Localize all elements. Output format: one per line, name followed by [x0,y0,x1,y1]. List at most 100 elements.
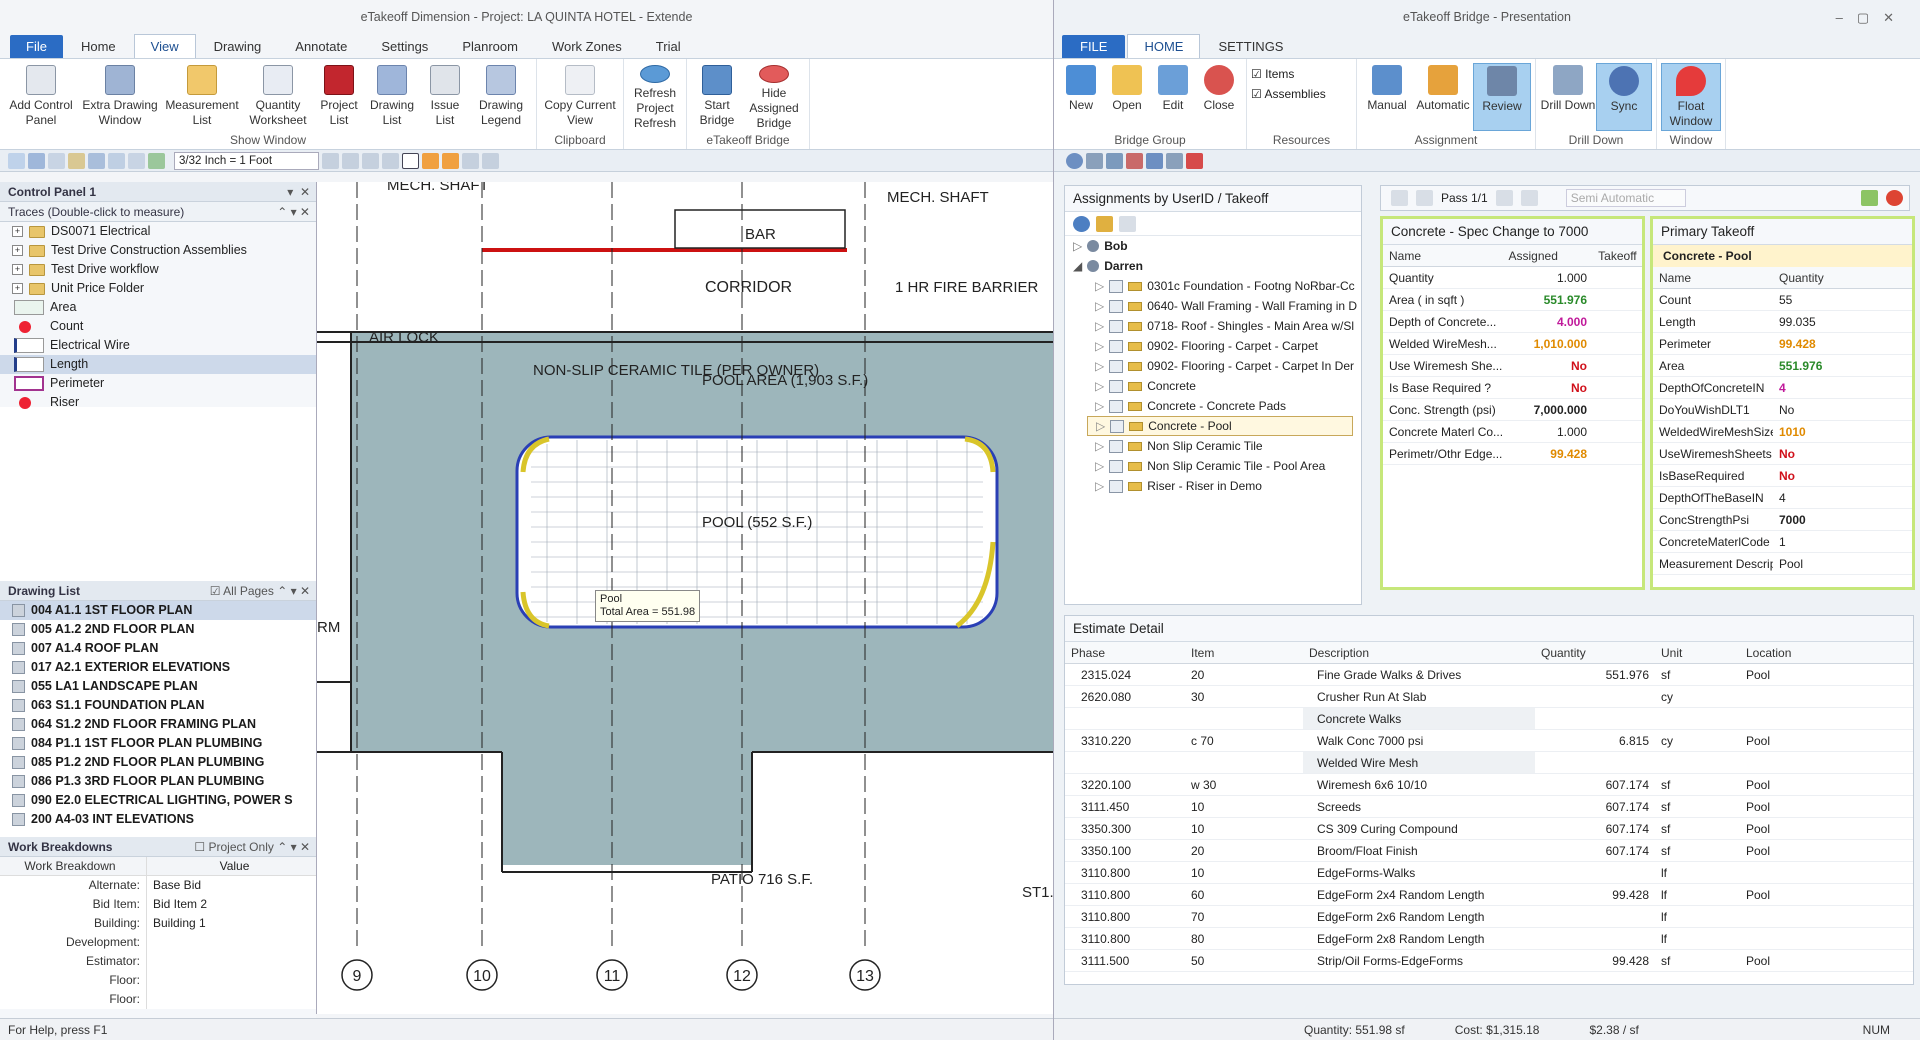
col-header-item[interactable]: Item [1185,642,1303,663]
wb-row[interactable]: Alternate: Base Bid [0,876,316,895]
highlight-tool-icon[interactable] [68,152,85,169]
wb-value[interactable] [146,933,316,952]
spec-value[interactable]: 99.428 [1503,443,1593,464]
float-window-button[interactable]: Float Window [1661,63,1721,131]
pan-tool-icon[interactable] [28,152,45,169]
estimate-row[interactable]: 3110.800 10 EdgeForms-Walks lf [1065,862,1913,884]
spec-row[interactable]: Quantity 1.000 [1383,267,1642,289]
spec-value[interactable]: 7,000.000 [1503,399,1593,420]
delete-icon[interactable] [1126,152,1143,169]
trace-folder[interactable]: + Unit Price Folder [0,279,316,298]
assignment-item[interactable]: ▷ Riser - Riser in Demo [1087,476,1361,496]
close-button[interactable]: Close [1196,63,1242,131]
wb-row[interactable]: Bid Item: Bid Item 2 [0,895,316,914]
tab-annotate[interactable]: Annotate [279,35,363,58]
tab-settings[interactable]: SETTINGS [1202,35,1299,58]
estimate-row[interactable]: 3110.800 60 EdgeForm 2x4 Random Length 99.4… [1065,884,1913,906]
traces-controls-icon[interactable]: ⌃ ▾ ✕ [277,202,310,222]
orange-tool-icon-2[interactable] [442,152,459,169]
tab-settings[interactable]: Settings [365,35,444,58]
table-icon[interactable] [382,152,399,169]
remove-icon[interactable] [1186,152,1203,169]
expand-arrow-icon[interactable]: ▷ [1096,416,1105,436]
primary-row[interactable]: DepthOfTheBaseIN 4 [1653,487,1912,509]
tab-home[interactable]: HOME [1127,34,1201,58]
wb-value[interactable]: Base Bid [146,876,316,895]
estimate-row[interactable]: Welded Wire Mesh [1065,752,1913,774]
expand-icon[interactable]: + [12,226,23,237]
estimate-row[interactable]: 3110.800 70 EdgeForm 2x6 Random Length lf [1065,906,1913,928]
trace-item-area[interactable]: Area [0,298,316,317]
manual-button[interactable]: Manual [1361,63,1413,131]
window-controls[interactable]: –▢✕ [1836,10,1908,26]
primary-row[interactable]: Area 551.976 [1653,355,1912,377]
expand-arrow-icon[interactable]: ▷ [1095,376,1104,396]
measure-tool-icon[interactable] [48,152,65,169]
wb-value[interactable] [146,971,316,990]
spec-value[interactable]: 4.000 [1503,311,1593,332]
tab-work-zones[interactable]: Work Zones [536,35,638,58]
issue-list-button[interactable]: Issue List [420,63,470,131]
project-only-checkbox[interactable]: Project Only [209,840,274,854]
help-icon[interactable] [1066,152,1083,169]
assignment-item[interactable]: ▷ Concrete - Concrete Pads [1087,396,1361,416]
tab-file[interactable]: File [10,35,63,58]
quantity-worksheet-button[interactable]: Quantity Worksheet [242,63,314,131]
expand-arrow-icon[interactable]: ▷ [1095,276,1104,296]
user-row-bob[interactable]: ▷ Bob [1065,236,1361,256]
expand-arrow-icon[interactable]: ▷ [1095,396,1104,416]
drawing-list-item[interactable]: 084 P1.1 1ST FLOOR PLAN PLUMBING [0,734,316,753]
trace-folder[interactable]: + Test Drive Construction Assemblies [0,241,316,260]
assignment-item[interactable]: ▷ 0640- Wall Framing - Wall Framing in D [1087,296,1361,316]
drawing-list-controls[interactable]: ☑ All Pages ⌃ ▾ ✕ [210,581,310,601]
wb-value[interactable] [146,990,316,1009]
fit-tool-icon[interactable] [128,152,145,169]
tab-planroom[interactable]: Planroom [446,35,534,58]
assignment-item[interactable]: ▷ 0718- Roof - Shingles - Main Area w/Sl [1087,316,1361,336]
primary-row[interactable]: DoYouWishDLT1 No [1653,399,1912,421]
expand-arrow-icon[interactable]: ▷ [1095,476,1104,496]
drawing-list-item[interactable]: 007 A1.4 ROOF PLAN [0,639,316,658]
drawing-list-item[interactable]: 055 LA1 LANDSCAPE PLAN [0,677,316,696]
estimate-row[interactable]: 3350.100 20 Broom/Float Finish 607.174 sf Poo… [1065,840,1913,862]
select-tool-icon[interactable] [8,152,25,169]
refresh-icon[interactable] [1073,216,1090,232]
assignment-item[interactable]: ▷ 0902- Flooring - Carpet - Carpet In Der [1087,356,1361,376]
assignment-item[interactable]: ▷ 0902- Flooring - Carpet - Carpet [1087,336,1361,356]
spec-value[interactable]: 551.976 [1503,289,1593,310]
expand-arrow-icon[interactable]: ▷ [1095,336,1104,356]
drawing-legend-button[interactable]: Drawing Legend [470,63,532,131]
col-header-quantity[interactable]: Quantity [1535,642,1655,663]
drawing-list-item[interactable]: 063 S1.1 FOUNDATION PLAN [0,696,316,715]
estimate-row[interactable]: 3350.300 10 CS 309 Curing Compound 607.174 s… [1065,818,1913,840]
drawing-list-item[interactable]: 005 A1.2 2ND FLOOR PLAN [0,620,316,639]
wb-row[interactable]: Floor: [0,971,316,990]
work-breakdowns-controls[interactable]: ☐ Project Only ⌃ ▾ ✕ [194,837,310,857]
estimate-row[interactable]: 3110.800 80 EdgeForm 2x8 Random Length lf [1065,928,1913,950]
all-pages-checkbox[interactable]: All Pages [223,584,274,598]
expand-arrow-icon[interactable]: ▷ [1095,356,1104,376]
wb-value[interactable]: Building 1 [146,914,316,933]
assignment-item[interactable]: ▷ Non Slip Ceramic Tile - Pool Area [1087,456,1361,476]
add-control-panel-button[interactable]: Add Control Panel [4,63,78,131]
assignment-item[interactable]: ▷ 0301c Foundation - Footng NoRbar-Cc [1087,276,1361,296]
expand-arrow-icon[interactable]: ▷ [1073,236,1082,256]
start-bridge-button[interactable]: Start Bridge [691,63,743,131]
automatic-button[interactable]: Automatic [1413,63,1473,131]
copy-current-view-button[interactable]: Copy Current View [541,63,619,131]
estimate-row[interactable]: 2620.080 30 Crusher Run At Slab cy [1065,686,1913,708]
estimate-row[interactable]: 3310.220 c 70 Walk Conc 7000 psi 6.815 cy Poo… [1065,730,1913,752]
col-header-unit[interactable]: Unit [1655,642,1740,663]
tab-file[interactable]: FILE [1062,35,1126,58]
expand-arrow-icon[interactable]: ▷ [1095,456,1104,476]
more-tool-icon[interactable] [482,152,499,169]
link-icon[interactable] [1166,152,1183,169]
refresh-project-button[interactable]: Refresh Project Refresh [628,63,682,131]
assemblies-checkbox[interactable]: ☑ Assemblies [1251,87,1352,101]
expand-arrow-icon[interactable]: ▷ [1095,296,1104,316]
items-checkbox[interactable]: ☑ Items [1251,67,1352,81]
project-list-button[interactable]: Project List [314,63,364,131]
spec-row[interactable]: Perimetr/Othr Edge... 99.428 [1383,443,1642,465]
col-header-phase[interactable]: Phase [1065,642,1185,663]
primary-row[interactable]: Perimeter 99.428 [1653,333,1912,355]
